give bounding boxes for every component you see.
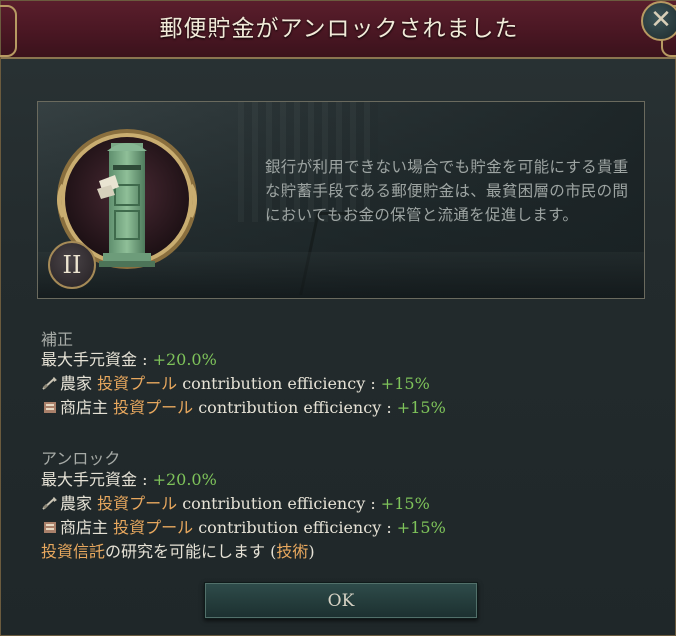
unlock-value: +15% bbox=[380, 494, 430, 513]
unlock-value: +15% bbox=[396, 518, 446, 537]
unlock-row: 農家 投資プール contribution efficiency : +15% bbox=[41, 492, 430, 516]
close-icon[interactable]: ✕ bbox=[641, 1, 676, 41]
modifier-suffix: contribution efficiency bbox=[182, 374, 366, 393]
unlock-suffix: contribution efficiency bbox=[198, 518, 382, 537]
farmer-icon bbox=[41, 374, 59, 390]
unlock-separator: : bbox=[381, 518, 397, 537]
unlock-label: 商店主 bbox=[60, 518, 109, 537]
modifier-row: 農家 投資プール contribution efficiency : +15% bbox=[41, 372, 430, 396]
modifier-label: 最大手元資金 bbox=[41, 350, 138, 369]
tier-badge: II bbox=[48, 241, 96, 289]
modifier-label: 商店主 bbox=[60, 398, 109, 417]
modifier-term[interactable]: 投資プール bbox=[113, 398, 193, 417]
research-name[interactable]: 投資信託 bbox=[41, 542, 105, 561]
title-bar: 郵便貯金がアンロックされました bbox=[0, 1, 676, 59]
modifiers-heading: 補正 bbox=[41, 330, 74, 349]
unlock-dialog: 郵便貯金がアンロックされました ✕ II 銀行が利用できない場合でも貯金を可能に… bbox=[0, 0, 676, 636]
unlock-separator: : bbox=[365, 494, 381, 513]
modifier-suffix: contribution efficiency bbox=[198, 398, 382, 417]
research-unlock-row: 投資信託の研究を可能にします (技術) bbox=[41, 540, 315, 564]
modifier-label: 農家 bbox=[60, 374, 93, 393]
research-text: の研究を可能にします ( bbox=[105, 542, 277, 561]
card-description: 銀行が利用できない場合でも貯金を可能にする貴重な貯蓄手段である郵便貯金は、最貧困… bbox=[265, 158, 629, 224]
technology-link[interactable]: 技術 bbox=[276, 542, 308, 561]
research-close: ) bbox=[308, 542, 315, 561]
dialog-title: 郵便貯金がアンロックされました bbox=[159, 16, 519, 42]
ok-button[interactable]: OK bbox=[204, 582, 478, 619]
unlock-label: 農家 bbox=[60, 494, 93, 513]
modifier-separator: : bbox=[137, 350, 153, 369]
modifier-value: +15% bbox=[396, 398, 446, 417]
modifier-value: +15% bbox=[380, 374, 430, 393]
modifier-separator: : bbox=[381, 398, 397, 417]
unlock-value: +20.0% bbox=[152, 470, 217, 489]
modifier-row: 商店主 投資プール contribution efficiency : +15% bbox=[41, 396, 446, 420]
unlock-row: 商店主 投資プール contribution efficiency : +15% bbox=[41, 516, 446, 540]
modifier-term[interactable]: 投資プール bbox=[97, 374, 177, 393]
shopkeeper-icon bbox=[41, 518, 59, 534]
modifier-value: +20.0% bbox=[152, 350, 217, 369]
unlocks-heading: アンロック bbox=[41, 449, 121, 468]
modifier-row: 最大手元資金 : +20.0% bbox=[41, 348, 217, 372]
farmer-icon bbox=[41, 494, 59, 510]
shopkeeper-icon bbox=[41, 398, 59, 414]
unlock-term[interactable]: 投資プール bbox=[113, 518, 193, 537]
modifier-separator: : bbox=[365, 374, 381, 393]
unlock-suffix: contribution efficiency bbox=[182, 494, 366, 513]
unlock-separator: : bbox=[137, 470, 153, 489]
unlock-term[interactable]: 投資プール bbox=[97, 494, 177, 513]
unlock-label: 最大手元資金 bbox=[41, 470, 138, 489]
unlock-row: 最大手元資金 : +20.0% bbox=[41, 468, 217, 492]
